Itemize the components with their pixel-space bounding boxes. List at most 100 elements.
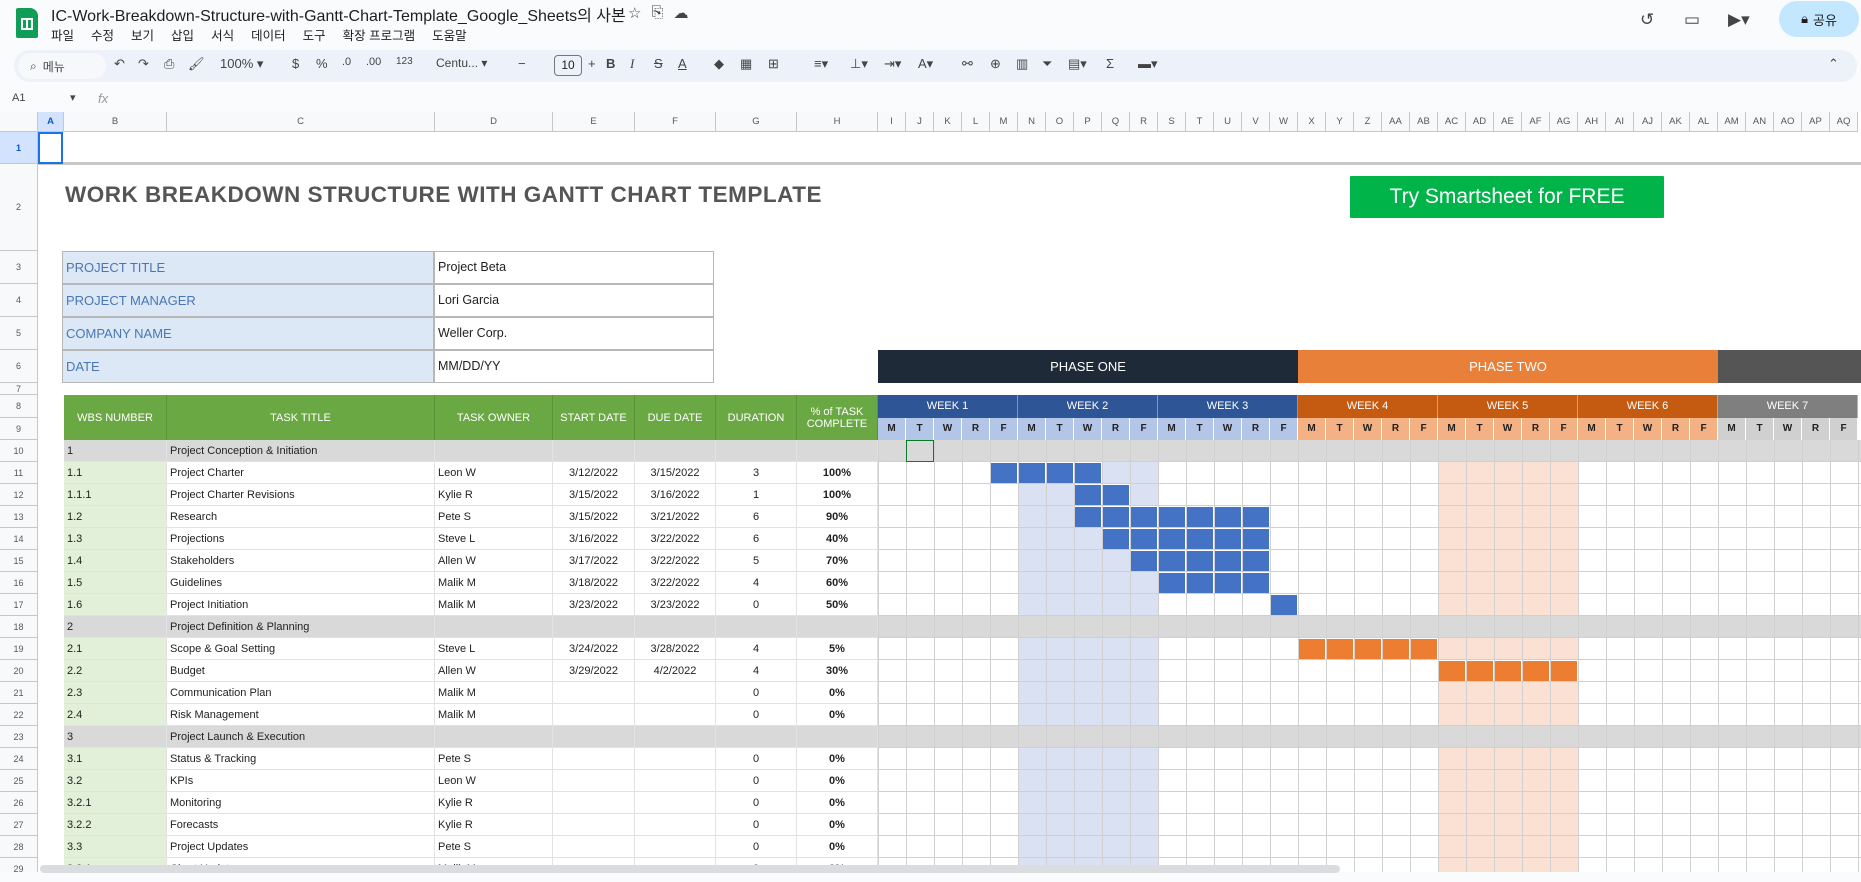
column-header[interactable]: C — [167, 112, 435, 132]
task-cell[interactable]: 6 — [716, 528, 797, 550]
task-cell[interactable]: 3.2 — [64, 770, 167, 792]
share-button[interactable]: 🔒︎ 공유 — [1779, 1, 1859, 37]
task-cell[interactable]: 3/18/2022 — [553, 572, 635, 594]
task-cell[interactable]: Kylie R — [435, 814, 553, 836]
task-cell[interactable]: 100% — [797, 484, 878, 506]
task-cell[interactable]: 6 — [716, 506, 797, 528]
redo-icon[interactable]: ↷ — [138, 56, 149, 72]
task-cell[interactable] — [435, 616, 553, 638]
task-cell[interactable]: 0% — [797, 770, 878, 792]
undo-icon[interactable]: ↶ — [114, 56, 125, 72]
column-header[interactable]: Q — [1102, 112, 1130, 132]
task-cell[interactable] — [635, 792, 716, 814]
row-header[interactable]: 2 — [0, 164, 38, 251]
task-cell[interactable]: 3/15/2022 — [553, 506, 635, 528]
task-cell[interactable]: Pete S — [435, 836, 553, 858]
currency-button[interactable]: $ — [292, 56, 299, 71]
task-cell[interactable] — [797, 726, 878, 748]
task-cell[interactable]: 1.1.1 — [64, 484, 167, 506]
task-cell[interactable]: Steve L — [435, 528, 553, 550]
menu-item[interactable]: 수정 — [91, 25, 114, 44]
task-cell[interactable]: 2 — [64, 616, 167, 638]
task-title-cell[interactable]: Communication Plan — [167, 682, 435, 704]
task-cell[interactable] — [797, 616, 878, 638]
percent-button[interactable]: % — [316, 56, 328, 71]
row-header[interactable]: 7 — [0, 383, 38, 395]
column-header[interactable]: N — [1018, 112, 1046, 132]
task-cell[interactable]: 3/16/2022 — [635, 484, 716, 506]
task-cell[interactable]: 1.2 — [64, 506, 167, 528]
task-title-cell[interactable]: Project Launch & Execution — [167, 726, 435, 748]
menu-item[interactable]: 도움말 — [432, 25, 467, 44]
column-header[interactable]: AB — [1410, 112, 1438, 132]
task-cell[interactable]: 70% — [797, 550, 878, 572]
increase-decimal-button[interactable]: .00 — [366, 56, 381, 68]
column-header[interactable]: AM — [1718, 112, 1746, 132]
task-cell[interactable]: 40% — [797, 528, 878, 550]
valign-icon[interactable]: ⊥▾ — [850, 56, 868, 72]
task-cell[interactable]: Kylie R — [435, 484, 553, 506]
sheets-logo-icon[interactable] — [16, 8, 38, 38]
input-tools-icon[interactable]: ▬▾ — [1138, 56, 1158, 72]
info-value[interactable]: MM/DD/YY — [434, 350, 714, 383]
task-cell[interactable] — [716, 726, 797, 748]
task-cell[interactable]: Allen W — [435, 660, 553, 682]
italic-icon[interactable]: I — [630, 56, 634, 72]
task-cell[interactable]: 0 — [716, 594, 797, 616]
task-title-cell[interactable]: Project Conception & Initiation — [167, 440, 435, 462]
menu-item[interactable]: 데이터 — [251, 25, 286, 44]
task-title-cell[interactable]: Project Initiation — [167, 594, 435, 616]
task-cell[interactable]: 3/24/2022 — [553, 638, 635, 660]
task-cell[interactable]: 1.6 — [64, 594, 167, 616]
task-cell[interactable]: 0 — [716, 770, 797, 792]
task-title-cell[interactable]: Research — [167, 506, 435, 528]
task-title-cell[interactable]: Status & Tracking — [167, 748, 435, 770]
task-cell[interactable] — [553, 814, 635, 836]
row-header[interactable]: 16 — [0, 572, 38, 594]
rotate-icon[interactable]: A▾ — [918, 56, 933, 72]
task-cell[interactable] — [716, 616, 797, 638]
column-header[interactable]: AL — [1690, 112, 1718, 132]
try-smartsheet-button[interactable]: Try Smartsheet for FREE — [1350, 176, 1664, 218]
row-header[interactable]: 13 — [0, 506, 38, 528]
menu-item[interactable]: 파일 — [51, 25, 74, 44]
row-header[interactable]: 26 — [0, 792, 38, 814]
task-cell[interactable]: 3/23/2022 — [635, 594, 716, 616]
task-cell[interactable]: 1 — [716, 484, 797, 506]
task-title-cell[interactable]: Guidelines — [167, 572, 435, 594]
task-title-cell[interactable]: Scope & Goal Setting — [167, 638, 435, 660]
print-icon[interactable]: ⎙ — [164, 56, 174, 72]
insert-chart-icon[interactable]: ▥ — [1016, 56, 1028, 72]
column-header[interactable]: AQ — [1830, 112, 1858, 132]
column-header[interactable]: Z — [1354, 112, 1382, 132]
column-header[interactable]: B — [64, 112, 167, 132]
font-size-plus[interactable]: + — [588, 56, 596, 71]
task-cell[interactable]: 0 — [716, 704, 797, 726]
row-header[interactable]: 21 — [0, 682, 38, 704]
task-cell[interactable]: 0 — [716, 814, 797, 836]
column-header[interactable]: J — [906, 112, 934, 132]
name-box[interactable]: A1 — [12, 92, 25, 104]
task-cell[interactable]: 4 — [716, 572, 797, 594]
task-cell[interactable]: 100% — [797, 462, 878, 484]
task-cell[interactable]: 3/29/2022 — [553, 660, 635, 682]
task-cell[interactable]: 4 — [716, 638, 797, 660]
row-header[interactable]: 28 — [0, 836, 38, 858]
task-cell[interactable]: 0% — [797, 704, 878, 726]
task-cell[interactable]: 3 — [716, 462, 797, 484]
task-cell[interactable]: 5 — [716, 550, 797, 572]
column-header[interactable]: K — [934, 112, 962, 132]
task-cell[interactable] — [635, 704, 716, 726]
task-cell[interactable] — [635, 440, 716, 462]
task-cell[interactable]: Pete S — [435, 506, 553, 528]
row-header[interactable]: 22 — [0, 704, 38, 726]
task-cell[interactable]: 30% — [797, 660, 878, 682]
task-cell[interactable] — [553, 726, 635, 748]
column-header[interactable]: AI — [1606, 112, 1634, 132]
task-cell[interactable]: 0% — [797, 792, 878, 814]
task-title-cell[interactable]: Forecasts — [167, 814, 435, 836]
selected-gantt-cell[interactable] — [906, 440, 934, 462]
task-cell[interactable]: 2.2 — [64, 660, 167, 682]
cloud-status-icon[interactable]: ☁ — [673, 4, 688, 22]
task-cell[interactable] — [553, 704, 635, 726]
